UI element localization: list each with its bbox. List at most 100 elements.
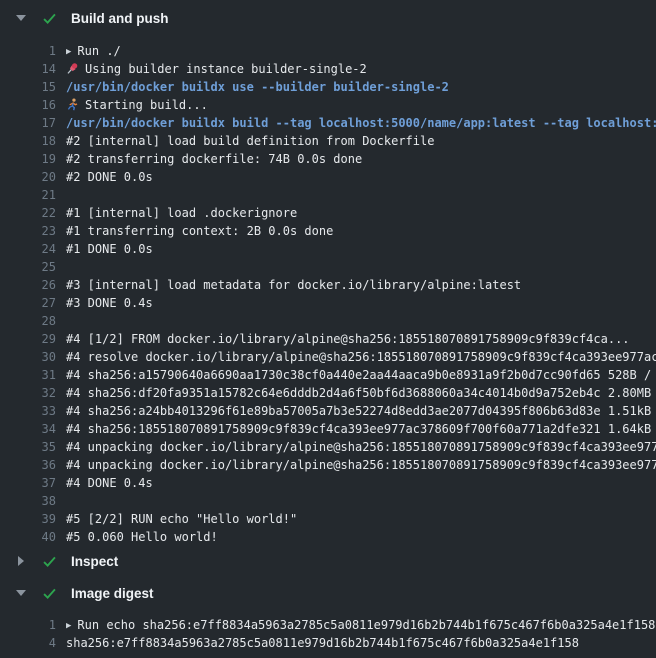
log-text-content: sha256:e7ff8834a5963a2785c5a0811e979d16b… (66, 636, 579, 650)
log-text-content: #4 unpacking docker.io/library/alpine@sh… (66, 458, 656, 472)
line-number-link[interactable]: 34 (0, 420, 56, 438)
line-number-link[interactable]: 21 (0, 186, 56, 204)
chevron-down-icon[interactable] (16, 15, 26, 21)
section-title: Build and push (71, 11, 169, 26)
line-number-link[interactable]: 4 (0, 634, 56, 652)
line-number-link[interactable]: 37 (0, 474, 56, 492)
log-line: 23 #1 transferring context: 2B 0.0s done (0, 222, 656, 240)
log-text: #4 unpacking docker.io/library/alpine@sh… (66, 456, 656, 474)
line-number-link[interactable]: 15 (0, 78, 56, 96)
log-line: 38 (0, 492, 656, 510)
line-number-link[interactable]: 1 (0, 616, 56, 634)
log-line: 40 #5 0.060 Hello world! (0, 528, 656, 546)
line-number-link[interactable]: 24 (0, 240, 56, 258)
log-text: Starting build... (66, 96, 656, 114)
log-line: 33 #4 sha256:a24bb4013296f61e89ba57005a7b… (0, 402, 656, 420)
log-line: 15/usr/bin/docker buildx use --builder b… (0, 78, 656, 96)
log-text (66, 186, 656, 204)
log-text: #4 [1/2] FROM docker.io/library/alpine@s… (66, 330, 656, 348)
log-line: 24 #1 DONE 0.0s (0, 240, 656, 258)
line-number-link[interactable]: 1 (0, 42, 56, 60)
log-text[interactable]: ▶Run ./ (66, 42, 656, 60)
line-number-link[interactable]: 29 (0, 330, 56, 348)
log-text-content: /usr/bin/docker buildx use --builder bui… (66, 80, 449, 94)
log-line: 22 #1 [internal] load .dockerignore (0, 204, 656, 222)
log-text: #4 sha256:a24bb4013296f61e89ba57005a7b3e… (66, 402, 656, 420)
log-text: #3 [internal] load metadata for docker.i… (66, 276, 656, 294)
section-title: Image digest (71, 586, 154, 601)
line-number-link[interactable]: 32 (0, 384, 56, 402)
log-text-content: #2 DONE 0.0s (66, 170, 153, 184)
log-line: 18#2 [internal] load build definition fr… (0, 132, 656, 150)
log-text: Using builder instance builder-single-2 (66, 60, 656, 78)
log-line: 1 ▶Run ./ (0, 42, 656, 60)
line-number-link[interactable]: 36 (0, 456, 56, 474)
chevron-right-icon[interactable] (16, 556, 26, 566)
run-group-toggle-icon[interactable]: ▶ (66, 617, 71, 634)
line-number-link[interactable]: 27 (0, 294, 56, 312)
line-number-link[interactable]: 28 (0, 312, 56, 330)
actions-log-viewer: Build and push1▶Run ./14Using builder in… (0, 0, 656, 654)
log-line: 21 (0, 186, 656, 204)
line-number-link[interactable]: 17 (0, 114, 56, 132)
log-line: 4 sha256:e7ff8834a5963a2785c5a0811e979d16… (0, 634, 656, 652)
log-line: 20 #2 DONE 0.0s (0, 168, 656, 186)
log-line: 36 #4 unpacking docker.io/library/alpine@… (0, 456, 656, 474)
caret-shape (16, 15, 26, 21)
chevron-down-icon[interactable] (16, 590, 26, 596)
line-number-link[interactable]: 23 (0, 222, 56, 240)
log-text: #2 DONE 0.0s (66, 168, 656, 186)
log-text: #5 0.060 Hello world! (66, 528, 656, 546)
log-line: 26 #3 [internal] load metadata for docker… (0, 276, 656, 294)
line-number-link[interactable]: 18 (0, 132, 56, 150)
log-line: 29 #4 [1/2] FROM docker.io/library/alpine… (0, 330, 656, 348)
section-content-image-digest: 1 ▶Run echo sha256:e7ff8834a5963a2785c5a0… (0, 606, 656, 654)
line-number-link[interactable]: 20 (0, 168, 56, 186)
command-log-text: /usr/bin/docker buildx build --tag local… (66, 114, 656, 132)
log-line: 19#2 transferring dockerfile: 74B 0.0s d… (0, 150, 656, 168)
line-number-link[interactable]: 38 (0, 492, 56, 510)
section-header-image-digest[interactable]: Image digest (0, 580, 656, 606)
line-number-link[interactable]: 25 (0, 258, 56, 276)
log-line: 1 ▶Run echo sha256:e7ff8834a5963a2785c5a0… (0, 616, 656, 634)
line-number-link[interactable]: 39 (0, 510, 56, 528)
log-text-content: /usr/bin/docker buildx build --tag local… (66, 116, 656, 130)
log-text-content: #3 DONE 0.4s (66, 296, 153, 310)
log-line: 30 #4 resolve docker.io/library/alpine@sh… (0, 348, 656, 366)
log-text: #4 DONE 0.4s (66, 474, 656, 492)
log-text-content: #1 [internal] load .dockerignore (66, 206, 297, 220)
log-text-content: #4 DONE 0.4s (66, 476, 153, 490)
run-group-toggle-icon[interactable]: ▶ (66, 43, 71, 60)
log-text: #3 DONE 0.4s (66, 294, 656, 312)
line-number-link[interactable]: 26 (0, 276, 56, 294)
line-number-link[interactable]: 35 (0, 438, 56, 456)
log-text: #4 resolve docker.io/library/alpine@sha2… (66, 348, 656, 366)
log-text-content: Using builder instance builder-single-2 (85, 62, 367, 76)
caret-shape (16, 590, 26, 596)
log-line: 16 Starting build... (0, 96, 656, 114)
line-number-link[interactable]: 31 (0, 366, 56, 384)
log-text: #1 DONE 0.0s (66, 240, 656, 258)
line-number-link[interactable]: 14 (0, 60, 56, 78)
line-number-link[interactable]: 19 (0, 150, 56, 168)
line-number-link[interactable]: 22 (0, 204, 56, 222)
line-number-link[interactable]: 30 (0, 348, 56, 366)
success-check-icon (42, 554, 57, 569)
log-line: 34#4 sha256:185518070891758909c9f839cf4c… (0, 420, 656, 438)
command-log-text: /usr/bin/docker buildx use --builder bui… (66, 78, 656, 96)
log-text: #1 transferring context: 2B 0.0s done (66, 222, 656, 240)
log-text: #4 sha256:a15790640a6690aa1730c38cf0a440… (66, 366, 656, 384)
line-number-link[interactable]: 16 (0, 96, 56, 114)
line-number-link[interactable]: 40 (0, 528, 56, 546)
runner-icon (66, 98, 79, 111)
log-text-content: #1 DONE 0.0s (66, 242, 153, 256)
section-header-inspect[interactable]: Inspect (0, 548, 656, 574)
log-text: #4 sha256:df20fa9351a15782c64e6dddb2d4a6… (66, 384, 656, 402)
line-number-link[interactable]: 33 (0, 402, 56, 420)
log-text[interactable]: ▶Run echo sha256:e7ff8834a5963a2785c5a08… (66, 616, 656, 634)
log-text: sha256:e7ff8834a5963a2785c5a0811e979d16b… (66, 634, 656, 652)
log-text (66, 312, 656, 330)
log-text-content: #4 sha256:a15790640a6690aa1730c38cf0a440… (66, 368, 656, 382)
log-text-content: Starting build... (85, 98, 208, 112)
section-header-build-and-push[interactable]: Build and push (0, 0, 656, 36)
